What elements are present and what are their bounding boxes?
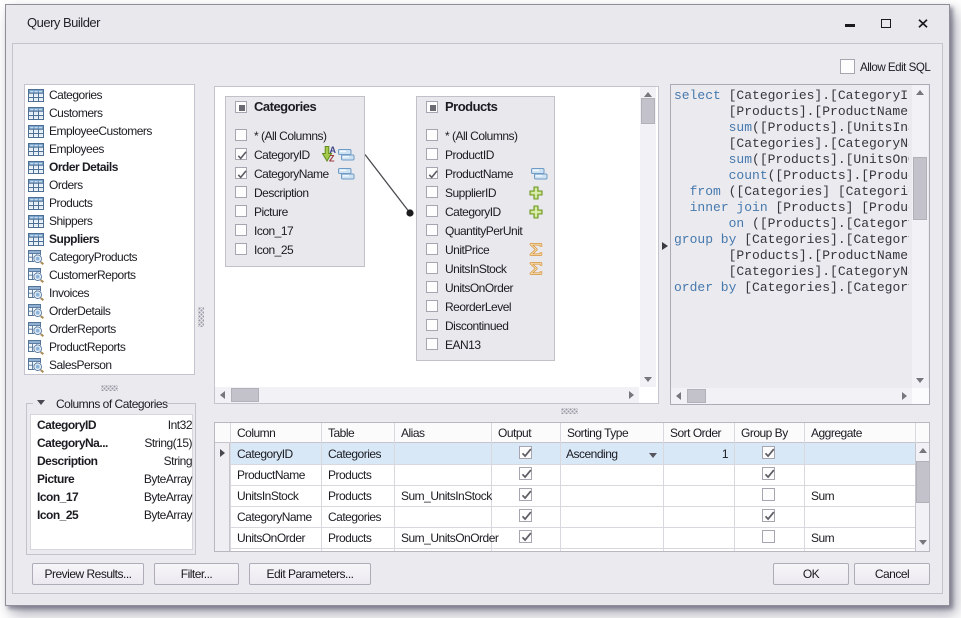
svg-text:Z: Z [329, 154, 335, 163]
